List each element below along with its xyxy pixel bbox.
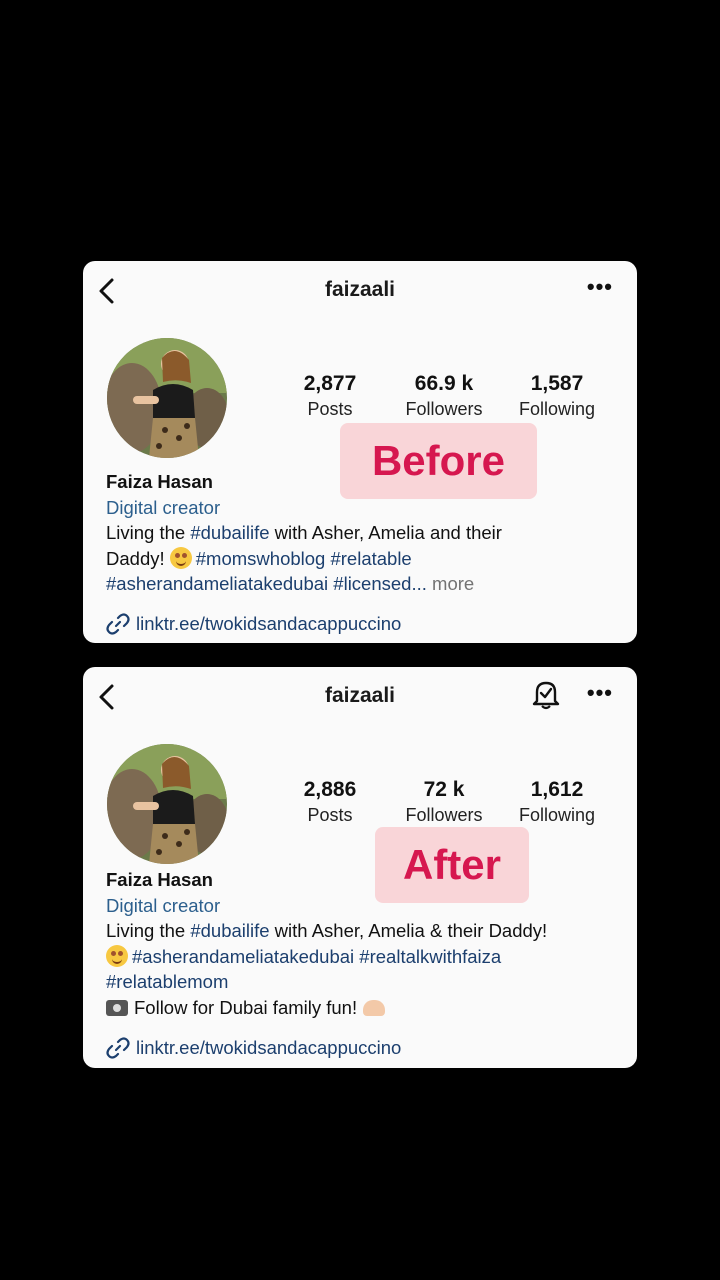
profile-name: Faiza Hasan xyxy=(106,869,213,890)
link-icon xyxy=(106,1037,130,1059)
star-struck-emoji-icon xyxy=(106,944,128,967)
profile-bio: Faiza Hasan Digital creator Living the #… xyxy=(106,867,623,1020)
followers-label: Followers xyxy=(405,399,483,419)
posts-stat[interactable]: 2,877 Posts xyxy=(275,371,385,421)
bio-text: Follow for Dubai family fun! xyxy=(134,996,358,1018)
following-stat[interactable]: 1,612 Following xyxy=(502,777,612,827)
bio-text: with Asher, Amelia and their xyxy=(269,522,502,543)
bio-text: Living the xyxy=(106,522,191,543)
profile-name: Faiza Hasan xyxy=(106,471,213,492)
bio-more-link[interactable]: more xyxy=(427,573,474,594)
hashtag[interactable]: #dubailife xyxy=(190,920,269,941)
posts-label: Posts xyxy=(307,399,353,419)
hashtag[interactable]: #asherandameliatakedubai #licensed... xyxy=(106,573,427,594)
avatar[interactable] xyxy=(107,338,227,458)
bio-line-1: Living the #dubailife with Asher, Amelia… xyxy=(106,918,623,944)
followers-label: Followers xyxy=(405,805,483,825)
heart-hands-icon xyxy=(363,999,386,1016)
followers-stat[interactable]: 66.9 k Followers xyxy=(389,371,499,421)
bio-line-3: #relatablemom xyxy=(106,969,623,995)
profile-stats: 2,886 Posts 72 k Followers 1,612 Followi… xyxy=(288,777,608,833)
following-label: Following xyxy=(518,399,596,419)
profile-link-text: linktr.ee/twokidsandacappuccino xyxy=(136,1037,402,1058)
following-count: 1,587 xyxy=(530,372,584,395)
posts-label: Posts xyxy=(307,805,353,825)
profile-stats: 2,877 Posts 66.9 k Followers 1,587 Follo… xyxy=(288,371,608,427)
posts-count: 2,877 xyxy=(303,372,357,395)
bio-line-4: Follow for Dubai family fun! xyxy=(106,995,623,1021)
bio-line-1: Living the #dubailife with Asher, Amelia… xyxy=(106,520,623,546)
bio-line-2: #asherandameliatakedubai #realtalkwithfa… xyxy=(106,944,623,970)
bio-line-2: Daddy! #momswhoblog #relatable xyxy=(106,546,623,572)
hashtag[interactable]: #momswhoblog #relatable xyxy=(196,548,412,569)
profile-link-text: linktr.ee/twokidsandacappuccino xyxy=(136,613,402,634)
profile-card-after: faizaali ••• 2,886 Posts 72 k Followers … xyxy=(83,667,637,1068)
following-count: 1,612 xyxy=(530,778,584,801)
profile-card-before: faizaali ••• 2,877 Posts 66.9 k Follower… xyxy=(83,261,637,643)
posts-count: 2,886 xyxy=(303,778,357,801)
hashtag[interactable]: #dubailife xyxy=(190,522,269,543)
more-options-icon[interactable]: ••• xyxy=(587,682,613,704)
profile-link[interactable]: linktr.ee/twokidsandacappuccino xyxy=(106,613,401,635)
link-icon xyxy=(106,613,130,635)
bio-text: Living the xyxy=(106,920,191,941)
bio-text: with Asher, Amelia & their Daddy! xyxy=(269,920,548,941)
star-struck-emoji-icon xyxy=(169,546,192,569)
hashtag[interactable]: #relatablemom xyxy=(106,971,228,992)
notification-bell-icon[interactable] xyxy=(531,678,561,710)
following-label: Following xyxy=(518,805,596,825)
followers-stat[interactable]: 72 k Followers xyxy=(389,777,499,827)
bio-text: Daddy! xyxy=(106,547,170,569)
camera-icon xyxy=(106,999,128,1016)
profile-link[interactable]: linktr.ee/twokidsandacappuccino xyxy=(106,1037,401,1059)
profile-bio: Faiza Hasan Digital creator Living the #… xyxy=(106,469,623,597)
profile-category: Digital creator xyxy=(106,496,221,518)
more-options-icon[interactable]: ••• xyxy=(587,276,613,298)
avatar[interactable] xyxy=(107,744,227,864)
posts-stat[interactable]: 2,886 Posts xyxy=(275,777,385,827)
profile-header: faizaali ••• xyxy=(83,667,637,725)
hashtag[interactable]: #asherandameliatakedubai #realtalkwithfa… xyxy=(132,946,501,967)
followers-count: 72 k xyxy=(423,778,465,801)
profile-username: faizaali xyxy=(324,278,396,301)
profile-header: faizaali ••• xyxy=(83,261,637,319)
profile-category: Digital creator xyxy=(106,894,221,916)
bio-line-3: #asherandameliatakedubai #licensed... mo… xyxy=(106,571,623,597)
following-stat[interactable]: 1,587 Following xyxy=(502,371,612,421)
followers-count: 66.9 k xyxy=(414,372,474,395)
